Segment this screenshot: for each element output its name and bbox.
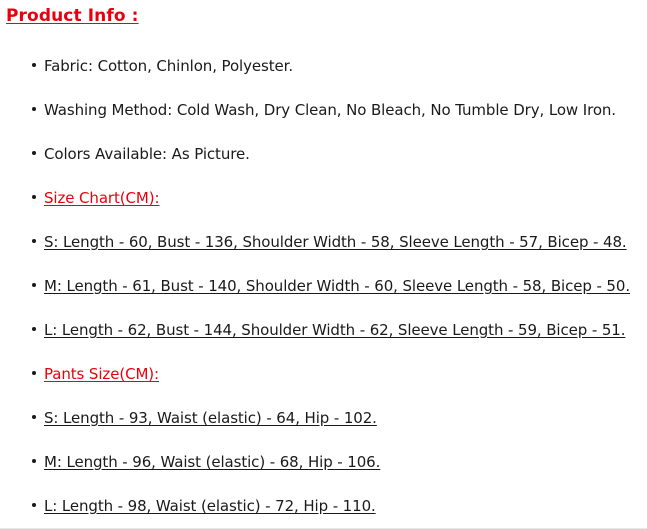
product-info-list: Fabric: Cotton, Chinlon, Polyester. Washi… — [0, 58, 647, 528]
round-bullet-icon — [32, 371, 36, 375]
round-bullet-icon — [32, 63, 36, 67]
round-bullet-icon — [32, 459, 36, 463]
round-bullet-icon — [32, 327, 36, 331]
round-bullet-icon — [32, 283, 36, 287]
list-item-label: L: Length - 98, Waist (elastic) - 72, Hi… — [44, 497, 376, 515]
list-item: L: Length - 62, Bust - 144, Shoulder Wid… — [0, 322, 647, 366]
round-bullet-icon — [32, 107, 36, 111]
round-bullet-icon — [32, 503, 36, 507]
list-item: Size Chart(CM): — [0, 190, 647, 234]
list-item-label: Pants Size(CM): — [44, 365, 159, 383]
list-item: M: Length - 96, Waist (elastic) - 68, Hi… — [0, 454, 647, 498]
list-item-label: Washing Method: Cold Wash, Dry Clean, No… — [44, 101, 616, 119]
list-item-label: M: Length - 61, Bust - 140, Shoulder Wid… — [44, 277, 630, 295]
round-bullet-icon — [32, 151, 36, 155]
list-item: Washing Method: Cold Wash, Dry Clean, No… — [0, 102, 647, 146]
list-item-label: Colors Available: As Picture. — [44, 145, 250, 163]
list-item-label: Fabric: Cotton, Chinlon, Polyester. — [44, 57, 293, 75]
list-item-label: Size Chart(CM): — [44, 189, 160, 207]
round-bullet-icon — [32, 195, 36, 199]
round-bullet-icon — [32, 415, 36, 419]
list-item: S: Length - 60, Bust - 136, Shoulder Wid… — [0, 234, 647, 278]
list-item-label: M: Length - 96, Waist (elastic) - 68, Hi… — [44, 453, 381, 471]
list-item: L: Length - 98, Waist (elastic) - 72, Hi… — [0, 497, 647, 528]
list-item: S: Length - 93, Waist (elastic) - 64, Hi… — [0, 410, 647, 454]
list-item-label: S: Length - 60, Bust - 136, Shoulder Wid… — [44, 233, 627, 251]
product-info-page: Product Info : Fabric: Cotton, Chinlon, … — [0, 0, 647, 529]
list-item-label: L: Length - 62, Bust - 144, Shoulder Wid… — [44, 321, 626, 339]
page-title: Product Info : — [6, 6, 139, 26]
list-item: Pants Size(CM): — [0, 366, 647, 410]
round-bullet-icon — [32, 239, 36, 243]
list-item: Fabric: Cotton, Chinlon, Polyester. — [0, 58, 647, 102]
list-item: M: Length - 61, Bust - 140, Shoulder Wid… — [0, 278, 647, 322]
list-item: Colors Available: As Picture. — [0, 146, 647, 190]
list-item-label: S: Length - 93, Waist (elastic) - 64, Hi… — [44, 409, 377, 427]
